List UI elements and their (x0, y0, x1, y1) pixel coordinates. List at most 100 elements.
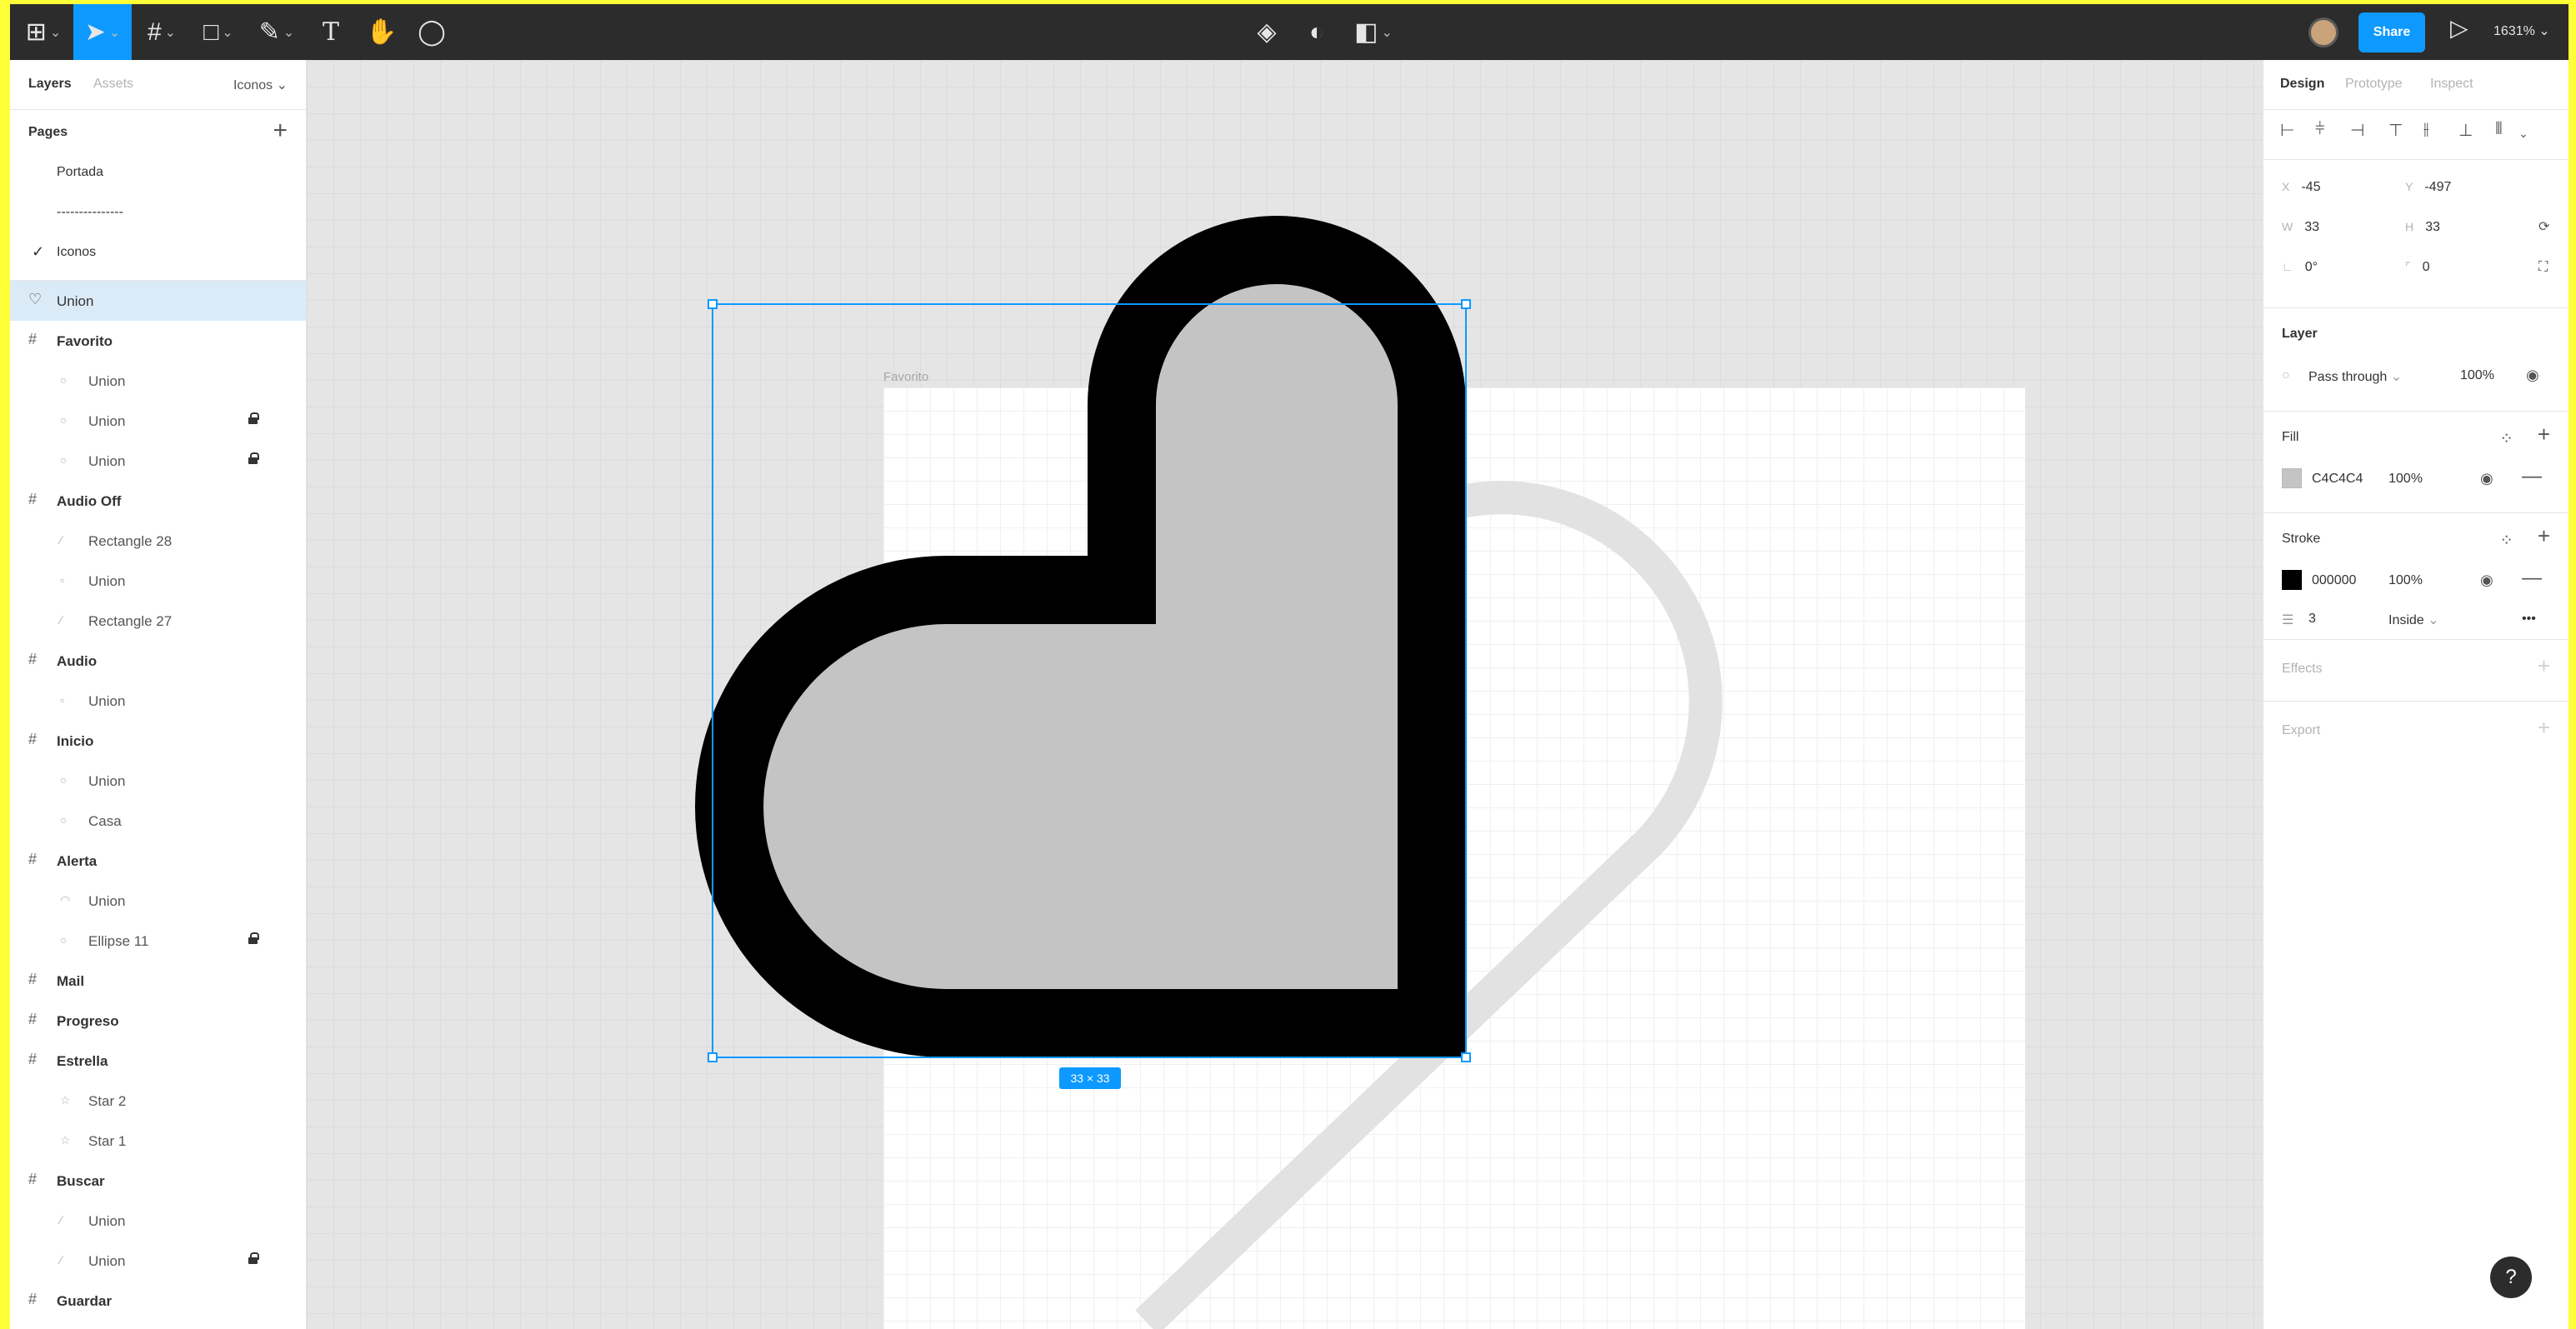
styles-grid-icon[interactable]: ⁘ (2499, 428, 2513, 449)
lock-icon[interactable] (248, 1252, 259, 1264)
layer-row[interactable]: ○ Union (10, 401, 306, 441)
layer-row[interactable]: ○ Union (10, 441, 306, 481)
height-field[interactable]: H 33 (2405, 220, 2440, 235)
layer-row[interactable]: # Progreso (10, 1001, 306, 1041)
move-tool-button[interactable]: ➤ ⌄ (73, 4, 132, 60)
tab-prototype[interactable]: Prototype (2345, 77, 2402, 92)
layer-row[interactable]: ○ Casa (10, 801, 306, 841)
lock-icon[interactable] (248, 452, 259, 464)
resize-handle[interactable] (708, 1052, 718, 1062)
layer-row[interactable]: ◠ Union (10, 881, 306, 921)
stroke-position-select[interactable]: Inside ⌄ (2388, 612, 2439, 628)
layer-row[interactable]: ☆ Star 1 (10, 1121, 306, 1161)
align-center-h-icon[interactable]: ⫩ (2315, 120, 2324, 139)
align-left-icon[interactable]: ⊢ (2280, 120, 2294, 141)
tab-assets[interactable]: Assets (93, 77, 133, 92)
stroke-hex-value[interactable]: 000000 (2312, 573, 2356, 588)
tab-inspect[interactable]: Inspect (2430, 77, 2473, 92)
layer-row[interactable]: ∕ Rectangle 27 (10, 601, 306, 641)
y-field[interactable]: Y -497 (2405, 180, 2451, 195)
tab-design[interactable]: Design (2280, 77, 2324, 92)
layer-row[interactable]: # Audio Off (10, 481, 306, 521)
independent-corners-icon[interactable]: ⛶ (2538, 260, 2548, 275)
styles-grid-icon[interactable]: ⁘ (2499, 530, 2513, 551)
layer-row[interactable]: # Guardar (10, 1281, 306, 1321)
boolean-ops-button[interactable]: ◧ ⌄ (1347, 4, 1400, 60)
x-field[interactable]: X -45 (2282, 180, 2320, 195)
eye-icon[interactable]: ◉ (2480, 572, 2493, 589)
layer-row[interactable]: ○ Union (10, 361, 306, 401)
layer-row[interactable]: # Mail (10, 961, 306, 1001)
layer-row[interactable]: ○ Union (10, 761, 306, 801)
layer-row[interactable]: ○ Ellipse 11 (10, 921, 306, 961)
resize-handle[interactable] (708, 299, 718, 309)
layer-row[interactable]: # Estrella (10, 1041, 306, 1081)
present-play-icon[interactable]: ▷ (2450, 14, 2468, 42)
layer-row[interactable]: ♡ Union (10, 281, 306, 321)
add-export-icon[interactable]: + (2538, 715, 2550, 741)
stroke-swatch[interactable] (2282, 570, 2302, 590)
align-bottom-icon[interactable]: ⊥ (2458, 120, 2473, 141)
page-item[interactable]: --------------- (10, 192, 306, 232)
fill-opacity-value[interactable]: 100% (2388, 472, 2423, 487)
stroke-more-options[interactable]: ••• (2522, 612, 2536, 627)
tab-layers[interactable]: Layers (28, 77, 72, 92)
layer-row[interactable]: ∕ Rectangle 28 (10, 521, 306, 561)
eye-icon[interactable]: ◉ (2480, 470, 2493, 487)
frame-icon: # (28, 1291, 38, 1307)
share-button[interactable]: Share (2358, 12, 2425, 52)
layer-row[interactable]: # Inicio (10, 721, 306, 761)
layer-row[interactable]: # Audio (10, 641, 306, 681)
shape-tool-button[interactable]: □ ⌄ (192, 4, 245, 60)
add-page-icon[interactable]: + (273, 117, 288, 145)
components-button[interactable]: ◈ (1243, 4, 1290, 60)
hand-tool-button[interactable]: ✋ (358, 4, 405, 60)
lock-icon[interactable] (248, 932, 259, 944)
layer-row[interactable]: ▫ Union (10, 561, 306, 601)
canvas[interactable]: Favorito 33 × 33 (307, 60, 2263, 1329)
distribute-icon[interactable]: ⦀ (2495, 120, 2503, 139)
page-selector[interactable]: Iconos ⌄ (233, 77, 288, 93)
add-stroke-icon[interactable]: + (2538, 523, 2550, 549)
align-top-icon[interactable]: ⊤ (2388, 120, 2403, 141)
layer-row[interactable]: # Buscar (10, 1161, 306, 1201)
main-menu-button[interactable]: ⊞ ⌄ (17, 4, 70, 60)
rotation-field[interactable]: ∟ 0° (2282, 260, 2318, 275)
radius-field[interactable]: ⌜ 0 (2405, 260, 2429, 275)
help-button[interactable]: ? (2490, 1257, 2532, 1298)
remove-stroke-icon[interactable]: — (2522, 567, 2542, 590)
layer-row[interactable]: # Alerta (10, 841, 306, 881)
text-tool-button[interactable]: T (310, 4, 352, 60)
pen-tool-button[interactable]: ✎ ⌄ (250, 4, 303, 60)
frame-tool-button[interactable]: # ⌄ (135, 4, 188, 60)
stroke-opacity-value[interactable]: 100% (2388, 573, 2423, 588)
page-item[interactable]: ✓ Iconos (10, 232, 306, 272)
page-item[interactable]: Portada (10, 152, 306, 192)
chevron-down-icon[interactable]: ⌄ (2518, 127, 2528, 141)
resize-handle[interactable] (1461, 1052, 1471, 1062)
zoom-level[interactable]: 1631% ⌄ (2493, 22, 2550, 39)
layer-row[interactable]: ☆ Star 2 (10, 1081, 306, 1121)
blend-mode-select[interactable]: Pass through ⌄ (2308, 368, 2402, 385)
constrain-proportions-icon[interactable]: ⟳ (2538, 218, 2549, 235)
eye-icon[interactable]: ◉ (2526, 367, 2539, 384)
layer-opacity-value[interactable]: 100% (2460, 368, 2494, 383)
remove-fill-icon[interactable]: — (2522, 465, 2542, 488)
width-field[interactable]: W 33 (2282, 220, 2319, 235)
align-right-icon[interactable]: ⊣ (2350, 120, 2364, 141)
fill-hex-value[interactable]: C4C4C4 (2312, 472, 2363, 487)
layer-row[interactable]: ▫ Union (10, 681, 306, 721)
fill-swatch[interactable] (2282, 468, 2302, 488)
layer-row[interactable]: # Favorito (10, 321, 306, 361)
avatar[interactable] (2308, 17, 2338, 47)
comment-tool-button[interactable]: ◯ (408, 4, 455, 60)
add-effect-icon[interactable]: + (2538, 653, 2550, 679)
stroke-weight-value[interactable]: 3 (2308, 612, 2316, 627)
align-middle-v-icon[interactable]: ⫲ (2423, 120, 2428, 139)
layer-row[interactable]: ∕ Union (10, 1241, 306, 1281)
layer-row[interactable]: ∕ Union (10, 1201, 306, 1241)
add-fill-icon[interactable]: + (2538, 422, 2550, 447)
lock-icon[interactable] (248, 412, 259, 424)
resize-handle[interactable] (1461, 299, 1471, 309)
mask-button[interactable]: ◐ (1293, 4, 1340, 60)
